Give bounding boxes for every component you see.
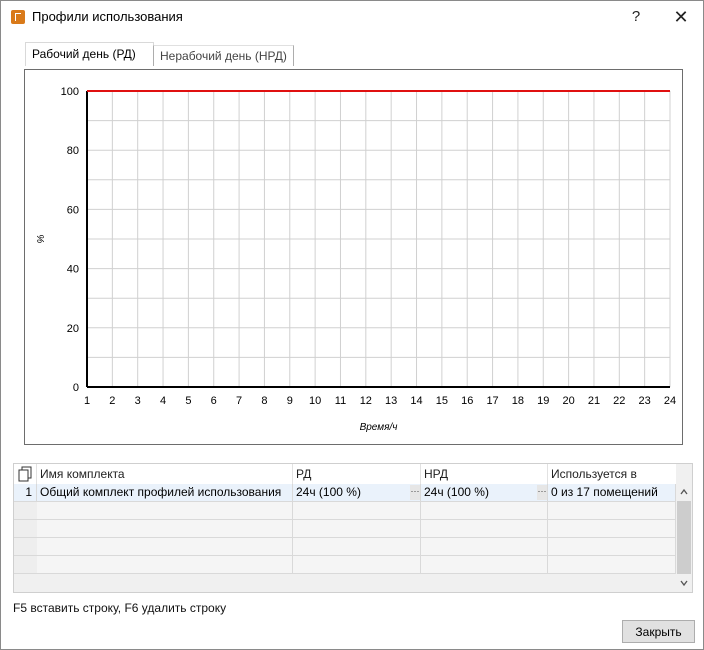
close-button[interactable]: Закрыть (622, 620, 695, 643)
y-tick-label: 20 (67, 323, 79, 335)
nrd-cell[interactable]: 24ч (100 %) (421, 484, 548, 501)
x-tick-label: 14 (410, 395, 422, 407)
table-header: Имя комплекта РД НРД Используется в (14, 464, 676, 485)
x-tick-label: 21 (588, 395, 600, 407)
set-name-cell[interactable] (37, 538, 293, 555)
nrd-value: 24ч (100 %) (424, 485, 489, 499)
used-in-cell: 0 из 17 помещений (548, 484, 676, 501)
chevron-down-icon[interactable] (676, 575, 692, 591)
table-row[interactable] (14, 556, 676, 574)
x-tick-label: 20 (562, 395, 574, 407)
close-window-button[interactable]: ✕ (666, 5, 696, 29)
scroll-corner (676, 464, 692, 484)
x-tick-label: 15 (436, 395, 448, 407)
rd-cell[interactable]: 24ч (100 %) (293, 484, 421, 501)
y-tick-label: 40 (67, 264, 79, 276)
rd-cell[interactable] (293, 502, 421, 519)
title-bar: Профили использования ? ✕ (1, 1, 703, 33)
y-tick-label: 60 (67, 204, 79, 216)
nrd-cell[interactable] (421, 502, 548, 519)
x-tick-label: 24 (664, 395, 676, 407)
x-tick-label: 16 (461, 395, 473, 407)
table-row[interactable] (14, 538, 676, 556)
row-number (14, 520, 38, 537)
table-row[interactable]: 1 Общий комплект профилей использования … (14, 484, 676, 502)
x-tick-label: 23 (639, 395, 651, 407)
scroll-thumb[interactable] (677, 501, 691, 574)
x-tick-label: 18 (512, 395, 524, 407)
tab-non-working-day[interactable]: Нерабочий день (НРД) (153, 45, 294, 66)
rd-cell[interactable] (293, 556, 421, 573)
x-tick-label: 5 (185, 395, 191, 407)
column-header-name[interactable]: Имя комплекта (37, 464, 293, 484)
row-number (14, 556, 38, 573)
x-tick-label: 11 (335, 395, 346, 407)
x-tick-label: 1 (84, 395, 90, 407)
set-name-cell[interactable] (37, 520, 293, 537)
x-tick-label: 12 (360, 395, 372, 407)
set-name-cell[interactable] (37, 556, 293, 573)
row-number (14, 538, 38, 555)
rd-cell[interactable] (293, 538, 421, 555)
x-tick-label: 9 (287, 395, 293, 407)
help-button[interactable]: ? (621, 5, 651, 29)
x-tick-label: 2 (109, 395, 115, 407)
used-in-cell (548, 520, 676, 537)
nrd-cell[interactable] (421, 538, 548, 555)
chevron-up-icon[interactable] (676, 484, 692, 500)
x-tick-label: 6 (211, 395, 217, 407)
y-tick-label: 100 (61, 86, 79, 98)
window-title: Профили использования (32, 9, 183, 24)
row-number: 1 (14, 484, 37, 501)
x-tick-label: 22 (613, 395, 625, 407)
rd-cell[interactable] (293, 520, 421, 537)
used-in-cell (548, 556, 676, 573)
app-icon (11, 10, 25, 24)
x-tick-label: 7 (236, 395, 242, 407)
y-axis-label: % (36, 234, 47, 243)
profile-sets-table: Имя комплекта РД НРД Используется в 1 Об… (13, 463, 693, 593)
nrd-cell[interactable] (421, 520, 548, 537)
vertical-scrollbar[interactable] (676, 484, 692, 591)
nrd-cell[interactable] (421, 556, 548, 573)
chart-canvas: 0204060801001 2 3 4 5 6 7 8 9 10 11 12 13 14 15 16 17 18 1… (36, 86, 676, 433)
x-tick-label: 13 (385, 395, 397, 407)
column-header-rd[interactable]: РД (293, 464, 421, 484)
x-tick-label: 17 (486, 395, 498, 407)
x-axis-label: Время/ч (360, 422, 398, 433)
copy-icon (18, 466, 32, 482)
x-tick-label: 3 (135, 395, 141, 407)
nrd-ellipsis-button[interactable]: ··· (537, 485, 547, 500)
x-tick-label: 10 (309, 395, 321, 407)
dialog-window: Профили использования ? ✕ Рабочий день (… (0, 0, 704, 650)
y-tick-label: 0 (73, 382, 79, 394)
copy-header-cell[interactable] (14, 464, 37, 484)
rd-value: 24ч (100 %) (296, 485, 361, 499)
x-tick-label: 19 (537, 395, 549, 407)
used-in-cell (548, 538, 676, 555)
set-name-cell[interactable] (37, 502, 293, 519)
used-in-cell (548, 502, 676, 519)
column-header-used[interactable]: Используется в (548, 464, 676, 484)
column-header-nrd[interactable]: НРД (421, 464, 548, 484)
x-tick-label: 4 (160, 395, 166, 407)
x-tick-label: 8 (261, 395, 267, 407)
usage-profile-chart: 0 20 40 60 80 100 1 2 3 4 5 6 7 8 9 10 11 12 13 14 15 16 17 18 1… (24, 69, 683, 445)
rd-ellipsis-button[interactable]: ··· (410, 485, 420, 500)
table-row[interactable] (14, 520, 676, 538)
tab-working-day[interactable]: Рабочий день (РД) (25, 42, 154, 66)
row-number (14, 502, 38, 519)
keyboard-hint: F5 вставить строку, F6 удалить строку (13, 601, 227, 615)
set-name-cell[interactable]: Общий комплект профилей использования (37, 484, 293, 501)
y-tick-label: 80 (67, 145, 79, 157)
table-row[interactable] (14, 502, 676, 520)
